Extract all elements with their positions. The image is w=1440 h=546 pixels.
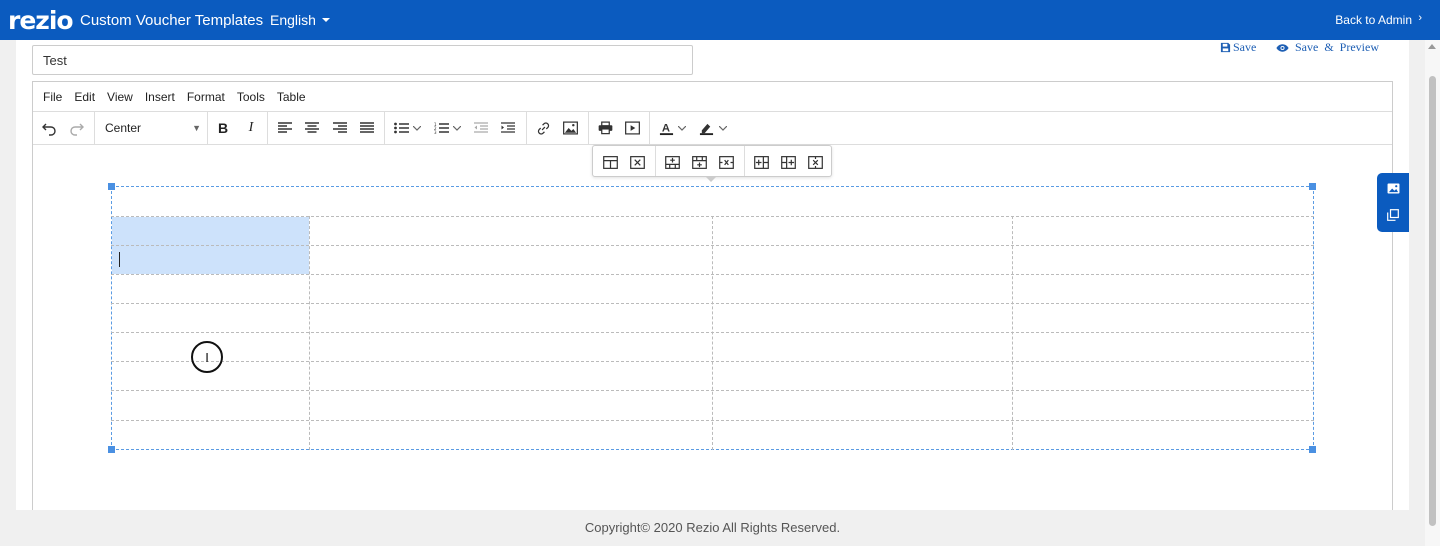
redo-icon[interactable] <box>66 118 88 138</box>
delete-row-icon[interactable] <box>716 152 736 172</box>
block-format-select[interactable]: Center ▼ <box>101 118 201 138</box>
highlight-color-icon[interactable] <box>695 118 717 138</box>
insert-column-before-icon[interactable] <box>751 152 771 172</box>
chevron-down-icon[interactable] <box>676 118 688 138</box>
insert-row-before-icon[interactable] <box>662 152 682 172</box>
context-toolbar-pointer <box>705 176 717 182</box>
resize-handle[interactable] <box>108 183 115 190</box>
side-widget <box>1377 173 1409 232</box>
media-icon[interactable] <box>621 118 643 138</box>
language-label: English <box>270 12 316 28</box>
bullet-list-icon[interactable] <box>390 118 412 138</box>
print-icon[interactable] <box>594 118 616 138</box>
rezio-logo[interactable]: rezio <box>8 6 74 35</box>
svg-text:A: A <box>661 122 669 134</box>
chevron-down-icon <box>321 18 330 22</box>
italic-icon[interactable]: I <box>240 118 262 138</box>
menu-tools[interactable]: Tools <box>237 90 265 104</box>
table-context-toolbar <box>592 145 832 177</box>
indent-icon[interactable] <box>497 118 519 138</box>
resize-handle[interactable] <box>1309 446 1316 453</box>
menu-file[interactable]: File <box>43 90 62 104</box>
undo-icon[interactable] <box>38 118 60 138</box>
chevron-down-icon[interactable] <box>411 118 423 138</box>
align-justify-icon[interactable] <box>356 118 378 138</box>
delete-column-icon[interactable] <box>805 152 825 172</box>
menu-insert[interactable]: Insert <box>145 90 175 104</box>
block-format-value: Center <box>105 121 142 135</box>
insert-row-after-icon[interactable] <box>689 152 709 172</box>
image-icon[interactable] <box>1386 181 1400 195</box>
save-preview-button[interactable]: Save & Preview <box>1276 40 1379 55</box>
align-right-icon[interactable] <box>329 118 351 138</box>
save-icon <box>1220 42 1231 53</box>
text-caret <box>119 252 120 267</box>
insert-column-after-icon[interactable] <box>778 152 798 172</box>
chevron-down-icon[interactable] <box>717 118 729 138</box>
text-color-icon[interactable]: A <box>655 118 677 138</box>
copy-icon[interactable] <box>1386 208 1400 222</box>
chevron-down-icon[interactable] <box>451 118 463 138</box>
table-properties-icon[interactable] <box>600 152 620 172</box>
resize-handle[interactable] <box>1309 183 1316 190</box>
menu-table[interactable]: Table <box>277 90 306 104</box>
mouse-cursor-indicator: I <box>191 341 223 373</box>
template-name-input[interactable] <box>32 45 693 75</box>
scrollbar-thumb[interactable] <box>1429 76 1436 526</box>
numbered-list-icon[interactable]: 123 <box>430 118 452 138</box>
outdent-icon[interactable] <box>470 118 492 138</box>
scroll-up-arrow[interactable] <box>1428 44 1436 49</box>
menu-format[interactable]: Format <box>187 90 225 104</box>
menu-view[interactable]: View <box>107 90 133 104</box>
align-center-icon[interactable] <box>301 118 323 138</box>
editor-toolbar: Center ▼ B I 123 A <box>33 112 1392 145</box>
save-label: Save <box>1233 40 1257 54</box>
text-cursor-icon: I <box>205 349 209 365</box>
align-left-icon[interactable] <box>274 118 296 138</box>
top-navbar: rezio Custom Voucher Templates English B… <box>0 0 1440 40</box>
back-to-admin-link[interactable]: Back to Admin <box>1335 13 1412 27</box>
bold-icon[interactable]: B <box>212 118 234 138</box>
save-button[interactable]: Save <box>1220 40 1256 55</box>
eye-icon <box>1276 43 1289 52</box>
language-dropdown[interactable]: English <box>270 12 330 28</box>
page-title: Custom Voucher Templates <box>80 12 264 29</box>
svg-text:3: 3 <box>434 130 437 134</box>
footer-copyright: Copyright© 2020 Rezio All Rights Reserve… <box>584 520 841 535</box>
resize-handle[interactable] <box>108 446 115 453</box>
chevron-down-icon: ▼ <box>192 123 201 133</box>
editor-menubar: File Edit View Insert Format Tools Table <box>33 82 1392 112</box>
delete-table-icon[interactable] <box>627 152 647 172</box>
chevron-right-icon: › <box>1418 12 1422 24</box>
save-preview-label: Save & Preview <box>1295 40 1379 54</box>
image-icon[interactable] <box>559 118 581 138</box>
link-icon[interactable] <box>532 118 554 138</box>
menu-edit[interactable]: Edit <box>74 90 95 104</box>
